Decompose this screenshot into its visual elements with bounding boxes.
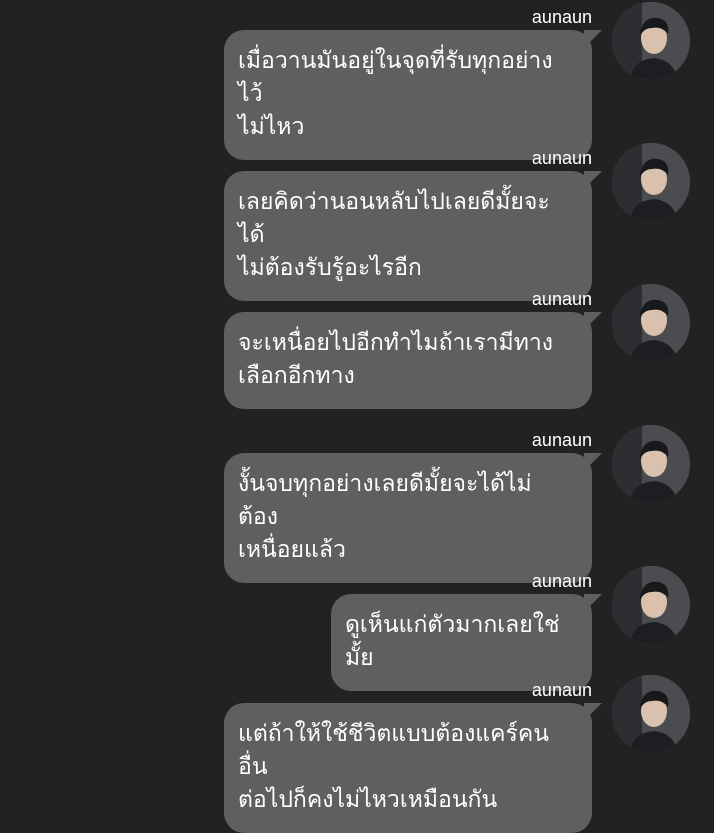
chat-message: aunaun เลยคิดว่านอนหลับไปเลยดีมั้ยจะได้ … bbox=[0, 141, 714, 301]
avatar-icon bbox=[612, 566, 690, 644]
avatar-icon bbox=[612, 284, 690, 362]
message-line: แต่ถ้าให้ใช้ชีวิตแบบต้องแคร์คนอื่น bbox=[238, 721, 549, 780]
avatar[interactable] bbox=[612, 566, 690, 644]
avatar-icon bbox=[612, 675, 690, 753]
avatar[interactable] bbox=[612, 284, 690, 362]
avatar-icon bbox=[612, 425, 690, 503]
chat-message: aunaun งั้นจบทุกอย่างเลยดีมั้ยจะได้ไม่ต้… bbox=[0, 423, 714, 583]
chat-message: aunaun เมื่อวานมันอยู่ในจุดที่รับทุกอย่า… bbox=[0, 0, 714, 160]
avatar[interactable] bbox=[612, 2, 690, 80]
message-line: เมื่อวานมันอยู่ในจุดที่รับทุกอย่างไว้ bbox=[238, 48, 553, 107]
avatar-icon bbox=[612, 143, 690, 221]
message-line: ไม่ไหว bbox=[238, 114, 305, 140]
chat-message: aunaun ดูเห็นแก่ตัวมากเลยใช่มั้ย bbox=[0, 564, 714, 691]
sender-name: aunaun bbox=[531, 680, 592, 700]
sender-name: aunaun bbox=[531, 571, 592, 591]
chat-message: aunaun แต่ถ้าให้ใช้ชีวิตแบบต้องแคร์คนอื่… bbox=[0, 673, 714, 833]
avatar[interactable] bbox=[612, 143, 690, 221]
message-line: ไม่ต้องรับรู้อะไรอีก bbox=[238, 255, 422, 281]
message-bubble[interactable]: จะเหนื่อยไปอีกทำไมถ้าเรามีทาง เลือกอีกทา… bbox=[224, 312, 592, 409]
message-bubble[interactable]: แต่ถ้าให้ใช้ชีวิตแบบต้องแคร์คนอื่น ต่อไป… bbox=[224, 703, 592, 833]
message-line: จะเหนื่อยไปอีกทำไมถ้าเรามีทาง bbox=[238, 330, 554, 356]
message-line: เหนื่อยแล้ว bbox=[238, 537, 346, 563]
sender-name: aunaun bbox=[531, 7, 592, 27]
message-line: ดูเห็นแก่ตัวมากเลยใช่มั้ย bbox=[345, 612, 560, 671]
sender-name: aunaun bbox=[531, 289, 592, 309]
sender-name: aunaun bbox=[531, 430, 592, 450]
message-line: งั้นจบทุกอย่างเลยดีมั้ยจะได้ไม่ต้อง bbox=[238, 471, 532, 530]
message-line: เลือกอีกทาง bbox=[238, 363, 355, 389]
chat-message: aunaun จะเหนื่อยไปอีกทำไมถ้าเรามีทาง เลื… bbox=[0, 282, 714, 412]
avatar-icon bbox=[612, 2, 690, 80]
sender-name: aunaun bbox=[531, 148, 592, 168]
message-line: ต่อไปก็คงไม่ไหวเหมือนกัน bbox=[238, 787, 498, 813]
avatar[interactable] bbox=[612, 675, 690, 753]
avatar[interactable] bbox=[612, 425, 690, 503]
message-line: เลยคิดว่านอนหลับไปเลยดีมั้ยจะได้ bbox=[238, 189, 550, 248]
